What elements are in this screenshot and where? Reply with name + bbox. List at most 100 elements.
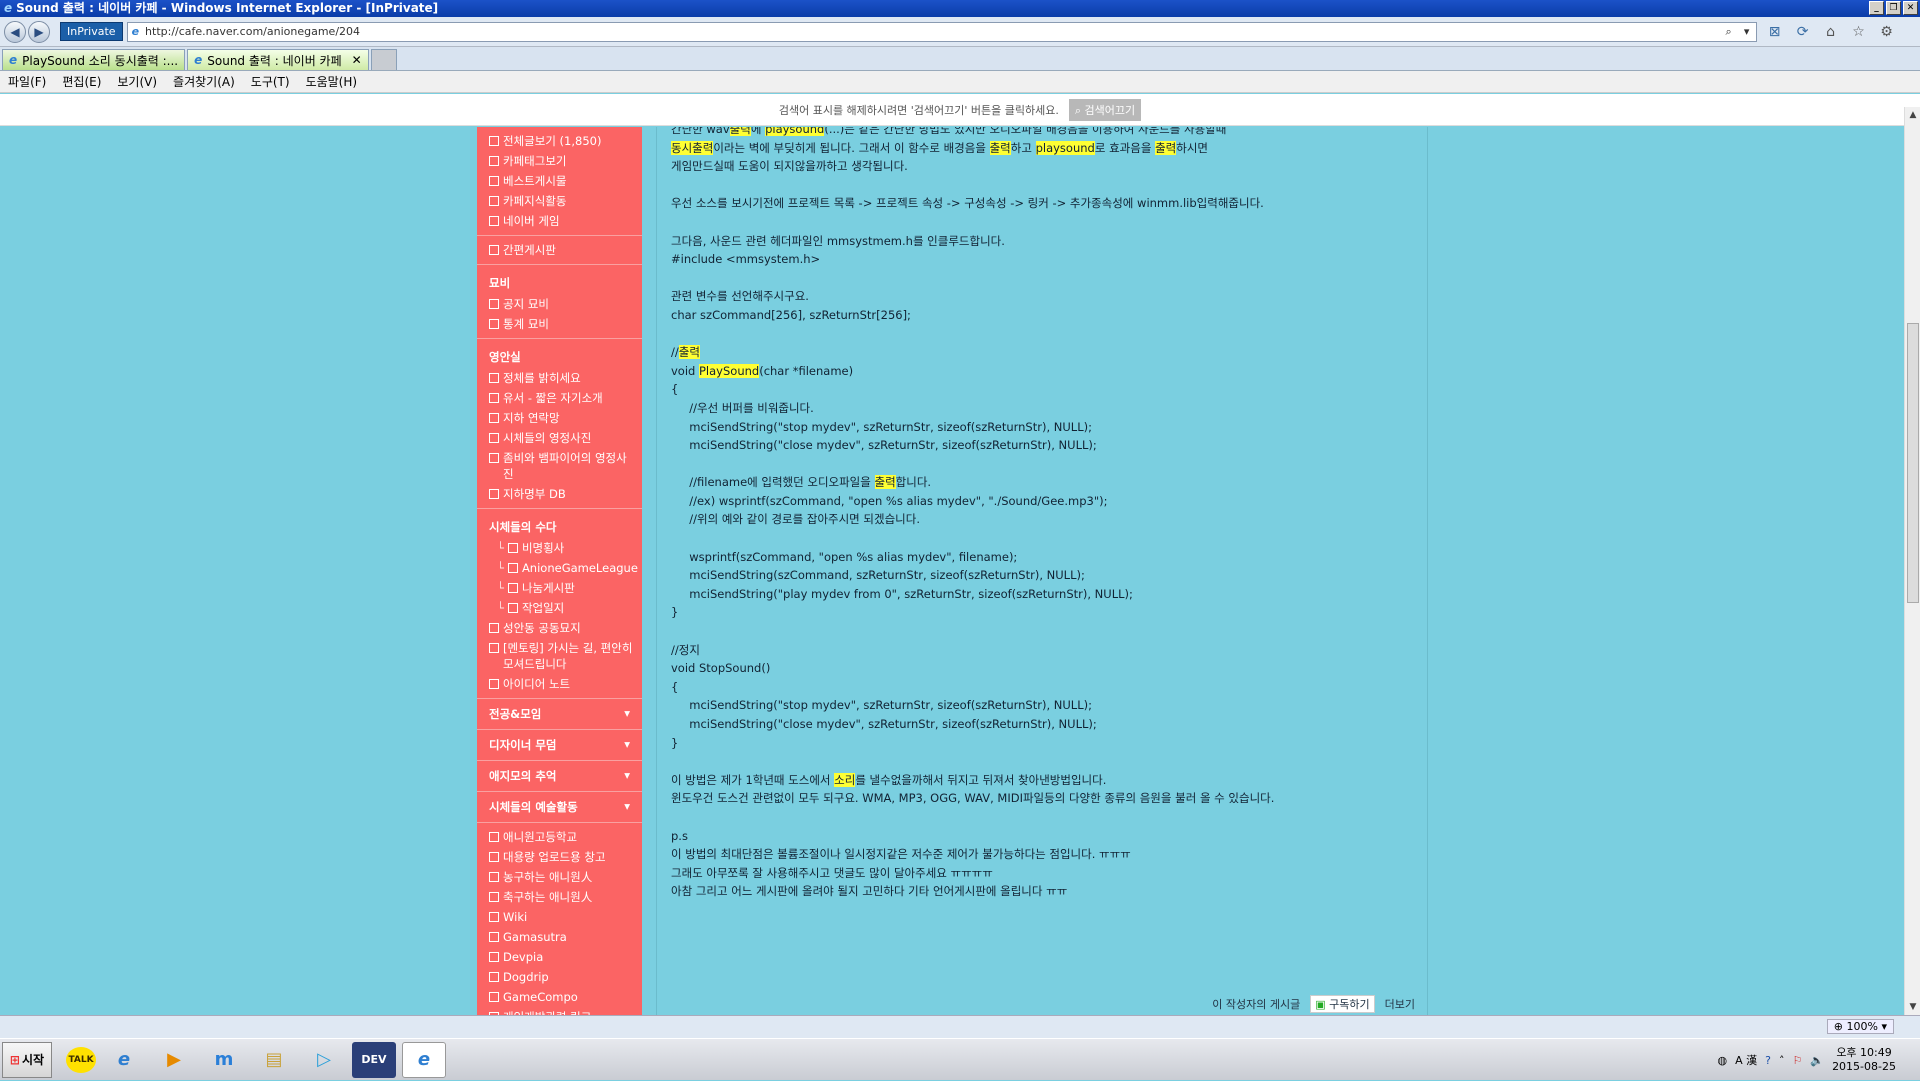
sidebar-item[interactable]: [멘토링] 가시는 길, 편안히 모셔드립니다 xyxy=(477,638,642,674)
sidebar-link-item[interactable]: Dogdrip xyxy=(477,967,642,987)
sidebar-item[interactable]: 공지 묘비 xyxy=(477,294,642,314)
menu-favorites[interactable]: 즐겨찾기(A) xyxy=(173,73,235,90)
messenger-icon[interactable]: m xyxy=(202,1042,246,1078)
favorites-star-icon[interactable]: ☆ xyxy=(1849,22,1869,42)
text-run: 우선 소스를 보시기전에 프로젝트 목록 -> 프로젝트 속성 -> 구성속성 … xyxy=(671,196,1264,210)
turn-off-highlight-button[interactable]: ⌕ 검색어끄기 xyxy=(1069,99,1141,121)
compat-view-icon[interactable]: ⊠ xyxy=(1765,22,1785,42)
sidebar-item-label: 정체를 밝히세요 xyxy=(503,370,581,386)
sidebar-item[interactable]: 통계 묘비 xyxy=(477,314,642,334)
settings-gear-icon[interactable]: ⚙ xyxy=(1877,22,1897,42)
sidebar-item-all-posts[interactable]: 전체글보기 (1,850) xyxy=(477,131,642,151)
dropdown-arrow-icon[interactable]: ▾ xyxy=(1738,25,1756,38)
dev-cpp-icon[interactable]: DEV xyxy=(352,1042,396,1078)
kakaotalk-icon[interactable]: TALK xyxy=(66,1047,96,1073)
sidebar-item-best[interactable]: 베스트게시물 xyxy=(477,171,642,191)
minimize-button[interactable]: _ xyxy=(1869,1,1884,15)
sidebar-fold-designer[interactable]: 디자이너 무덤▾ xyxy=(477,730,642,761)
forward-button[interactable]: ▶ xyxy=(28,21,50,43)
sidebar-link-item[interactable]: 축구하는 애니원人 xyxy=(477,887,642,907)
volume-icon[interactable]: 🔈 xyxy=(1810,1054,1824,1067)
sidebar-link-item[interactable]: GameCompo xyxy=(477,987,642,1007)
menu-help[interactable]: 도움말(H) xyxy=(306,73,358,90)
internet-explorer-active-icon[interactable]: e xyxy=(402,1042,446,1078)
menu-view[interactable]: 보기(V) xyxy=(117,73,157,90)
sidebar-item[interactable]: └AnioneGameLeague xyxy=(477,558,642,578)
sidebar-link-item[interactable]: Wiki xyxy=(477,907,642,927)
sidebar-link-item[interactable]: 애니원고등학교 xyxy=(477,827,642,847)
home-icon[interactable]: ⌂ xyxy=(1821,22,1841,42)
sidebar-item[interactable]: 지하 연락망 xyxy=(477,408,642,428)
sidebar-item-simple-board[interactable]: 간편게시판 xyxy=(477,240,642,260)
url-field[interactable]: e http://cafe.naver.com/anionegame/204 ⌕… xyxy=(127,22,1757,42)
media-player-icon[interactable]: ▶ xyxy=(152,1042,196,1078)
board-icon xyxy=(508,563,518,573)
page-scrollbar[interactable]: ▲ ▼ xyxy=(1904,107,1920,1015)
search-icon[interactable]: ⌕ xyxy=(1720,25,1738,39)
article-line: 동시출력이라는 벽에 부딪히게 됩니다. 그래서 이 함수로 배경음을 출력하고… xyxy=(671,139,1427,158)
sidebar-fold-major[interactable]: 전공&모임▾ xyxy=(477,699,642,730)
scrollbar-thumb[interactable] xyxy=(1907,323,1919,603)
security-alert-icon[interactable]: ⚐ xyxy=(1792,1054,1802,1067)
sidebar-item-naver-game[interactable]: 네이버 게임 xyxy=(477,211,642,231)
sidebar-link-item[interactable]: 게임개발관련 링크 xyxy=(477,1007,642,1015)
sidebar-item[interactable]: └비명횡사 xyxy=(477,538,642,558)
scroll-down-arrow-icon[interactable]: ▼ xyxy=(1905,999,1920,1015)
more-link[interactable]: 더보기 xyxy=(1385,996,1415,1012)
help-icon[interactable]: ? xyxy=(1765,1054,1771,1067)
sidebar-item-label: Wiki xyxy=(503,909,527,925)
zoom-control[interactable]: ⊕ 100% ▾ xyxy=(1827,1019,1894,1034)
internet-explorer-icon[interactable]: e xyxy=(102,1042,146,1078)
author-posts-link[interactable]: 이 작성자의 게시글 xyxy=(1212,996,1300,1012)
tab-sound-output[interactable]: e Sound 출력 : 네이버 카페 ✕ xyxy=(187,49,369,70)
menu-tools[interactable]: 도구(T) xyxy=(251,73,290,90)
sidebar-item-knowledge[interactable]: 카페지식활동 xyxy=(477,191,642,211)
menu-edit[interactable]: 편집(E) xyxy=(62,73,101,90)
link-icon xyxy=(489,912,499,922)
window-titlebar[interactable]: e Sound 출력 : 네이버 카페 - Windows Internet E… xyxy=(0,0,1920,17)
tray-expand-icon[interactable]: ˄ xyxy=(1779,1054,1785,1067)
sidebar-item[interactable]: └작업일지 xyxy=(477,598,642,618)
sidebar-item-tags[interactable]: 카페태그보기 xyxy=(477,151,642,171)
network-icon[interactable]: ◍ xyxy=(1718,1054,1728,1067)
back-button[interactable]: ◀ xyxy=(4,21,26,43)
folder-icon[interactable]: ▤ xyxy=(252,1042,296,1078)
refresh-icon[interactable]: ⟳ xyxy=(1793,22,1813,42)
sidebar-group-title[interactable]: 묘비 xyxy=(477,269,642,294)
sidebar-item[interactable]: 좀비와 뱀파이어의 영정사진 xyxy=(477,448,642,484)
new-tab-button[interactable] xyxy=(371,49,397,70)
scroll-up-arrow-icon[interactable]: ▲ xyxy=(1905,107,1920,123)
menu-file[interactable]: 파일(F) xyxy=(8,73,46,90)
text-run: 그래도 아무쪼록 잘 사용해주시고 댓글도 많이 달아주세요 ㅠㅠㅠㅠ xyxy=(671,866,993,880)
restore-button[interactable]: ❐ xyxy=(1886,1,1901,15)
sidebar-link-item[interactable]: Devpia xyxy=(477,947,642,967)
start-button[interactable]: ⊞시작 xyxy=(2,1042,52,1078)
sidebar-fold-memories[interactable]: 애지모의 추억▾ xyxy=(477,761,642,792)
sidebar-item[interactable]: 시체들의 영정사진 xyxy=(477,428,642,448)
sidebar-link-item[interactable]: 농구하는 애니원人 xyxy=(477,867,642,887)
page-icon: e xyxy=(132,25,139,38)
close-button[interactable]: ✕ xyxy=(1903,1,1918,15)
sidebar-link-item[interactable]: 대용량 업로드용 창고 xyxy=(477,847,642,867)
text-run: mciSendString("close mydev", szReturnStr… xyxy=(671,438,1097,452)
subscribe-button[interactable]: ▣ 구독하기 xyxy=(1310,995,1374,1013)
sidebar-group-title[interactable]: 영안실 xyxy=(477,343,642,368)
sidebar-item[interactable]: 정체를 밝히세요 xyxy=(477,368,642,388)
sidebar-item[interactable]: 지하명부 DB xyxy=(477,484,642,504)
sidebar-item[interactable]: 아이디어 노트 xyxy=(477,674,642,694)
sidebar-link-item[interactable]: Gamasutra xyxy=(477,927,642,947)
live-player-icon[interactable]: ▷ xyxy=(302,1042,346,1078)
ime-mode-icon[interactable]: A 漢 xyxy=(1735,1052,1757,1068)
sidebar-group-title[interactable]: 시체들의 수다 xyxy=(477,513,642,538)
sidebar-item[interactable]: 유서 - 짧은 자기소개 xyxy=(477,388,642,408)
sidebar-fold-art[interactable]: 시체들의 예술활동▾ xyxy=(477,792,642,823)
sidebar-item[interactable]: 성안동 공동묘지 xyxy=(477,618,642,638)
text-run: 로 효과음을 xyxy=(1095,141,1155,155)
system-clock[interactable]: 오후 10:49 2015-08-25 xyxy=(1832,1046,1896,1074)
close-tab-icon[interactable]: ✕ xyxy=(352,53,362,67)
tab-playsound[interactable]: e PlaySound 소리 동시출력 :... xyxy=(2,49,185,70)
sidebar-item[interactable]: └나눔게시판 xyxy=(477,578,642,598)
article-line: //ex) wsprintf(szCommand, "open %s alias… xyxy=(671,492,1427,511)
text-run: //ex) wsprintf(szCommand, "open %s alias… xyxy=(671,494,1107,508)
url-text[interactable]: http://cafe.naver.com/anionegame/204 xyxy=(145,25,1720,38)
